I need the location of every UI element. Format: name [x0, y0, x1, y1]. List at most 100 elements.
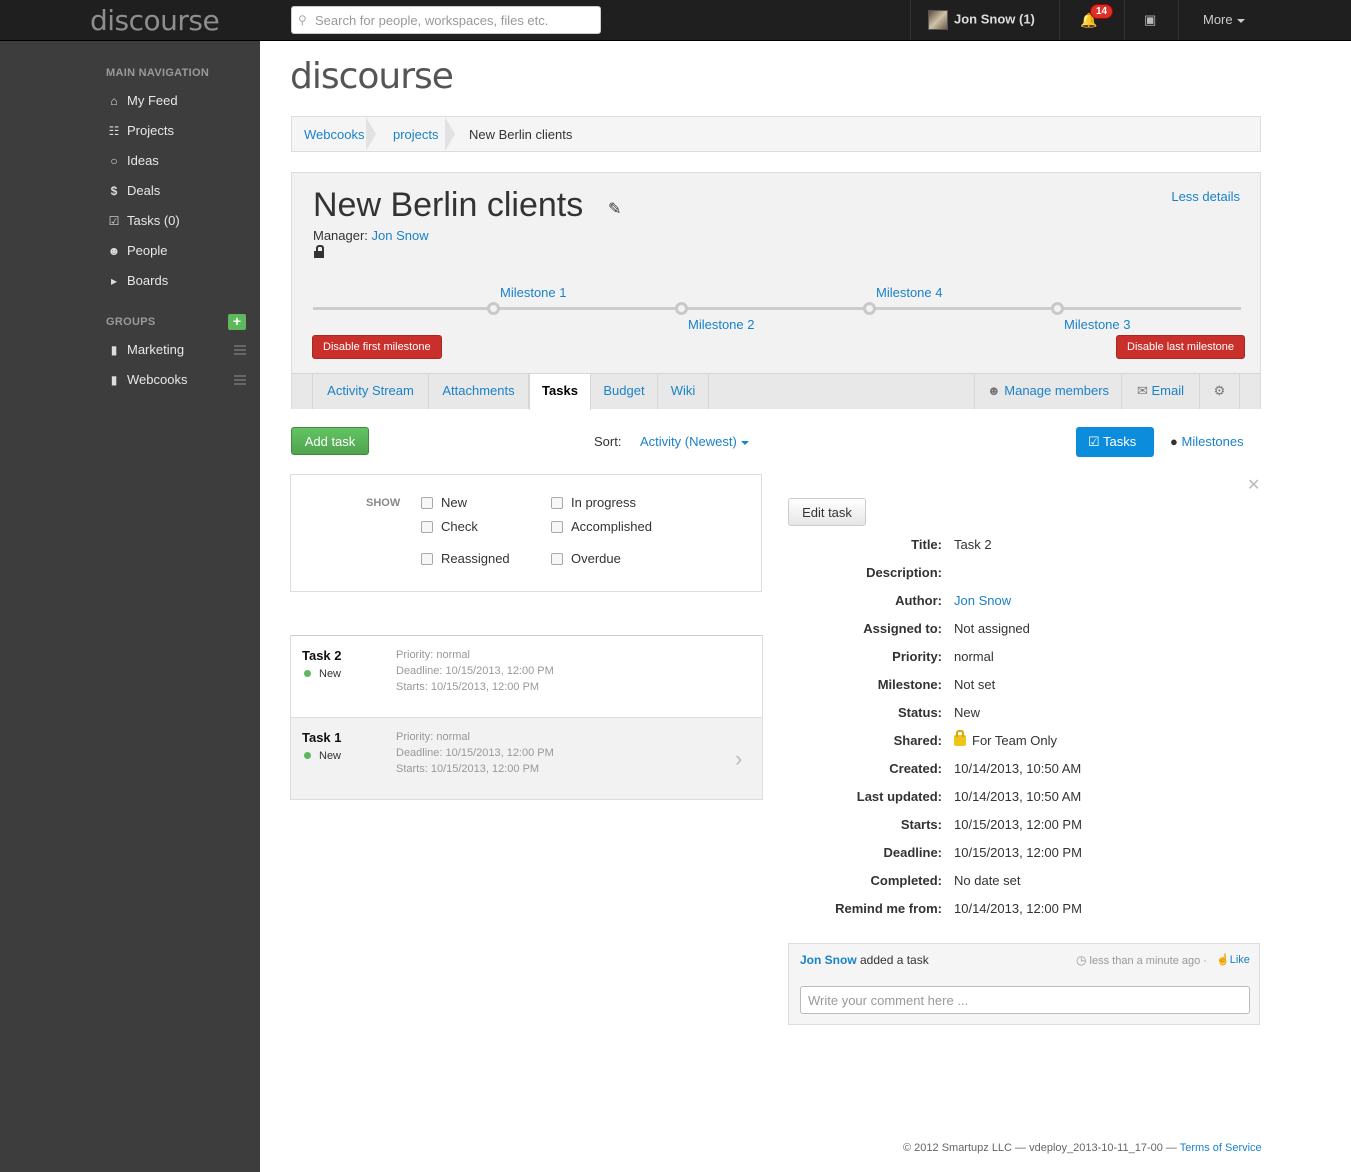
milestones-view-link[interactable]: ● Milestones — [1170, 434, 1244, 449]
search-icon: ⚲ — [298, 13, 307, 27]
detail-value: 10/14/2013, 10:50 AM — [954, 761, 1082, 776]
drag-handle-icon[interactable] — [234, 345, 246, 355]
pencil-icon[interactable]: ✎ — [608, 199, 621, 219]
detail-row-assigned: Assigned to: Not assigned — [788, 621, 1258, 641]
checkbox[interactable] — [421, 521, 433, 533]
comment-input[interactable]: Write your comment here ... — [800, 986, 1250, 1014]
tab-tasks[interactable]: Tasks — [529, 374, 591, 410]
detail-key: Priority: — [892, 649, 942, 664]
milestone-4-link[interactable]: Milestone 4 — [876, 285, 942, 300]
detail-key: Remind me from: — [835, 901, 942, 916]
filter-accomplished-checkbox[interactable]: Accomplished — [551, 519, 652, 534]
manage-members-button[interactable]: ☻ Manage members — [974, 374, 1122, 409]
breadcrumb-projects[interactable]: projects — [393, 127, 439, 142]
bookmark-icon: ▮ — [110, 373, 118, 387]
checkbox[interactable] — [551, 497, 563, 509]
detail-row-starts: Starts: 10/15/2013, 12:00 PM — [788, 817, 1258, 837]
add-task-button[interactable]: Add task — [291, 427, 369, 455]
sidebar-item-tasks[interactable]: ☑ Tasks (0) — [106, 213, 246, 235]
like-button[interactable]: ☝Like — [1216, 953, 1250, 966]
filter-reassigned-checkbox[interactable]: Reassigned — [421, 551, 510, 566]
app-logo[interactable]: discourse — [90, 4, 220, 37]
sort-dropdown[interactable]: Activity (Newest) — [640, 434, 749, 449]
sidebar-item-marketing[interactable]: ▮ Marketing — [106, 342, 246, 364]
sidebar-item-webcooks[interactable]: ▮ Webcooks — [106, 372, 246, 394]
task-starts: Starts: 10/15/2013, 12:00 PM — [396, 681, 540, 693]
filter-in-progress-checkbox[interactable]: In progress — [551, 495, 636, 510]
detail-key: Title: — [911, 537, 942, 552]
detail-row-completed: Completed: No date set — [788, 873, 1258, 893]
milestone-2-link[interactable]: Milestone 2 — [688, 317, 754, 332]
edit-task-button[interactable]: Edit task — [788, 498, 866, 526]
tab-activity-stream[interactable]: Activity Stream — [313, 374, 429, 409]
add-group-button[interactable]: + — [228, 314, 246, 330]
project-header: New Berlin clients ✎ Less details Manage… — [291, 172, 1261, 410]
detail-value: For Team Only — [972, 733, 1058, 748]
terms-link[interactable]: Terms of Service — [1180, 1142, 1262, 1154]
drag-handle-icon[interactable] — [234, 375, 246, 385]
breadcrumb-current: New Berlin clients — [469, 127, 573, 142]
chat-icon[interactable]: ▣ — [1144, 12, 1156, 28]
sort-label: Sort: — [594, 434, 622, 449]
activity-author-link[interactable]: Jon Snow — [800, 953, 857, 967]
detail-key: Author: — [895, 593, 942, 608]
sidebar-item-boards[interactable]: ▸ Boards — [106, 273, 246, 295]
task-status: New — [304, 668, 341, 680]
like-label: Like — [1229, 954, 1250, 966]
sidebar-item-my-feed[interactable]: ⌂ My Feed — [106, 93, 246, 115]
disable-last-milestone-button[interactable]: Disable last milestone — [1116, 335, 1245, 359]
detail-value: Not assigned — [954, 621, 1030, 636]
notification-badge[interactable]: 14 — [1090, 4, 1114, 19]
sidebar: MAIN NAVIGATION ⌂ My Feed ☷ Projects ○ Idea… — [0, 41, 260, 1172]
detail-value: Task 2 — [954, 537, 992, 552]
tab-wiki[interactable]: Wiki — [658, 374, 709, 409]
user-menu[interactable]: Jon Snow (1) — [928, 10, 1035, 30]
checkbox[interactable] — [551, 553, 563, 565]
close-icon[interactable]: ✕ — [1247, 475, 1260, 495]
caret-down-icon — [740, 440, 749, 445]
chevron-right-icon[interactable]: › — [735, 746, 742, 772]
detail-key: Milestone: — [877, 677, 942, 692]
milestone-3-link[interactable]: Milestone 3 — [1064, 317, 1130, 332]
task-list: Task 2 New Priority: normal Deadline: 10… — [290, 635, 763, 800]
detail-row-created: Created: 10/14/2013, 10:50 AM — [788, 761, 1258, 781]
disable-first-milestone-button[interactable]: Disable first milestone — [312, 335, 442, 359]
filter-check-checkbox[interactable]: Check — [421, 519, 478, 534]
less-details-link[interactable]: Less details — [1171, 189, 1240, 204]
sidebar-item-people[interactable]: ☻ People — [106, 243, 246, 265]
page-title: New Berlin clients — [313, 186, 584, 224]
detail-row-title: Title: Task 2 — [788, 537, 1258, 557]
task-row[interactable]: Task 1 New Priority: normal Deadline: 10… — [291, 717, 762, 799]
checkbox[interactable] — [421, 497, 433, 509]
milestone-marker[interactable] — [1051, 302, 1064, 315]
sidebar-item-ideas[interactable]: ○ Ideas — [106, 153, 246, 175]
task-row[interactable]: Task 2 New Priority: normal Deadline: 10… — [291, 636, 762, 718]
checkbox[interactable] — [551, 521, 563, 533]
sidebar-item-deals[interactable]: $ Deals — [106, 183, 246, 205]
milestone-marker[interactable] — [675, 302, 688, 315]
gear-icon[interactable]: ⚙ — [1200, 374, 1240, 409]
tab-attachments[interactable]: Attachments — [429, 374, 529, 409]
clock-icon: ◷ — [1076, 953, 1087, 967]
tasks-view-button[interactable]: ☑ Tasks — [1076, 427, 1154, 457]
sidebar-item-projects[interactable]: ☷ Projects — [106, 123, 246, 145]
email-button[interactable]: ✉ Email — [1122, 374, 1200, 409]
filter-overdue-checkbox[interactable]: Overdue — [551, 551, 621, 566]
detail-key: Assigned to: — [863, 621, 942, 636]
search-input[interactable]: ⚲ Search for people, workspaces, files e… — [291, 6, 601, 34]
more-menu[interactable]: More — [1203, 12, 1245, 27]
checkbox[interactable] — [421, 553, 433, 565]
manager-link[interactable]: Jon Snow — [372, 228, 429, 243]
milestone-marker[interactable] — [863, 302, 876, 315]
detail-value: normal — [954, 649, 994, 664]
sort-value: Activity (Newest) — [640, 434, 737, 449]
task-status: New — [304, 750, 341, 762]
milestone-marker[interactable] — [487, 302, 500, 315]
milestone-1-link[interactable]: Milestone 1 — [500, 285, 566, 300]
breadcrumb-webcooks[interactable]: Webcooks — [304, 127, 364, 142]
sidebar-item-label: Marketing — [127, 342, 185, 357]
tab-budget[interactable]: Budget — [591, 374, 658, 409]
sidebar-item-label: Boards — [127, 273, 169, 288]
filter-new-checkbox[interactable]: New — [421, 495, 467, 510]
author-link[interactable]: Jon Snow — [954, 593, 1011, 608]
